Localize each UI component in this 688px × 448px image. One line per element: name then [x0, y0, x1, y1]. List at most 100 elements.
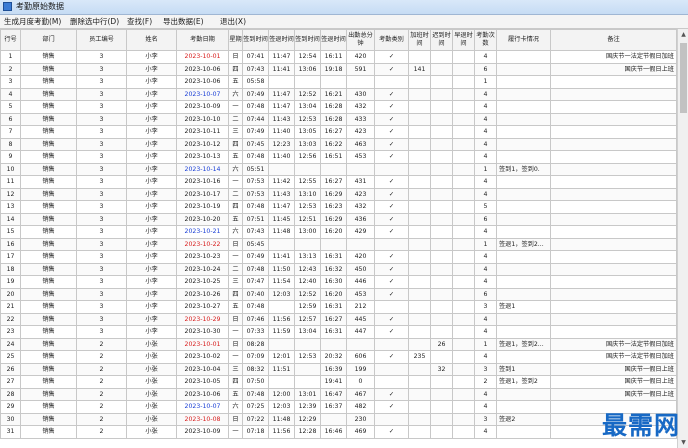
column-header[interactable]: 考勤次数 [474, 29, 497, 51]
table-row[interactable]: 12 销售 3 小李 2023-10-17 二 07:53 11:43 13:10 16:29 42… [0, 187, 677, 201]
table-row[interactable]: 16 销售 3 小李 2023-10-22 日 05:45 1 签退1，签到2... [0, 237, 677, 251]
table-cell: 五 [228, 387, 243, 401]
table-cell: 16:20 [320, 287, 347, 301]
table-cell: 销售 [20, 237, 77, 251]
table-row[interactable]: 19 销售 3 小李 2023-10-25 三 07:47 11:54 12:40 16:30 44… [0, 275, 677, 289]
table-cell [430, 312, 453, 326]
table-row[interactable]: 21 销售 3 小李 2023-10-27 五 07:48 12:59 16:31 212 3 签退1 [0, 300, 677, 314]
table-cell: 4 [474, 187, 497, 201]
table-row[interactable]: 29 销售 2 小张 2023-10-07 六 07:25 12:03 12:39 16:37 48… [0, 400, 677, 414]
table-cell [452, 362, 475, 376]
table-row[interactable]: 7 销售 3 小李 2023-10-11 三 07:49 11:40 13:05 16:27 423… [0, 125, 677, 139]
table-row[interactable]: 14 销售 3 小李 2023-10-20 五 07:51 11:45 12:51 16:29 43… [0, 212, 677, 226]
table-row[interactable]: 8 销售 3 小李 2023-10-12 四 07:45 12:23 13:03 16:22 463… [0, 137, 677, 151]
table-cell: 5 [0, 100, 21, 114]
table-cell [430, 350, 453, 364]
table-cell: 21 [0, 300, 21, 314]
column-header[interactable]: 迟到时间 [430, 29, 453, 51]
table-cell [430, 250, 453, 264]
column-header[interactable]: 签退时间 [268, 29, 295, 51]
column-header[interactable]: 姓名 [126, 29, 177, 51]
table-cell [268, 162, 295, 176]
column-header[interactable]: 加班时间 [408, 29, 431, 51]
column-header[interactable]: 考勤日期 [176, 29, 229, 51]
column-header[interactable]: 出勤总分钟 [346, 29, 375, 51]
table-cell: 签到1 [496, 362, 551, 376]
table-row[interactable]: 20 销售 3 小李 2023-10-26 四 07:40 12:03 12:52 16:20 45… [0, 287, 677, 301]
column-header[interactable]: 早退时间 [452, 29, 475, 51]
column-header[interactable]: 考勤类别 [374, 29, 409, 51]
table-cell: 2023-10-01 [176, 337, 229, 351]
menu-export[interactable]: 导出数据(E) [163, 15, 204, 28]
column-header[interactable]: 员工编号 [76, 29, 127, 51]
table-cell [430, 137, 453, 151]
table-row[interactable]: 9 销售 3 小李 2023-10-13 五 07:48 11:40 12:56 16:51 453… [0, 150, 677, 164]
table-row[interactable]: 2 销售 3 小李 2023-10-06 四 07:43 11:41 13:06 19:18 591… [0, 62, 677, 76]
table-cell [452, 250, 475, 264]
attendance-grid[interactable]: 行号 部门 员工编号 姓名 考勤日期 星期 签到时间 签退时间 签到时间 签退时间 出勤总分钟 考勤类… [0, 29, 688, 448]
table-row[interactable]: 31 销售 2 小张 2023-10-09 一 07:18 11:56 12:28 16:46 46… [0, 425, 677, 439]
table-cell [346, 237, 375, 251]
menu-delete-row[interactable]: 删除选中行(D) [70, 15, 119, 28]
scroll-up-icon[interactable]: ▲ [679, 30, 688, 39]
table-row[interactable]: 28 销售 2 小张 2023-10-06 五 07:48 12:00 13:01 16:47 46… [0, 387, 677, 401]
table-row[interactable]: 11 销售 3 小李 2023-10-16 一 07:53 11:42 12:55 16:27 43… [0, 175, 677, 189]
column-header[interactable]: 签到时间 [242, 29, 269, 51]
table-cell: 销售 [20, 300, 77, 314]
table-cell: 11:43 [268, 112, 295, 126]
table-cell: 19:18 [320, 62, 347, 76]
table-cell: 销售 [20, 312, 77, 326]
table-cell [430, 187, 453, 201]
table-cell [374, 375, 409, 389]
table-row[interactable]: 18 销售 3 小李 2023-10-24 二 07:48 11:50 12:43 16:32 45… [0, 262, 677, 276]
table-row[interactable]: 6 销售 3 小李 2023-10-10 二 07:44 11:43 12:53 16:28 433… [0, 112, 677, 126]
vertical-scrollbar[interactable]: ▲ ▼ [677, 29, 688, 448]
table-row[interactable]: 1 销售 3 小李 2023-10-01 日 07:41 11:47 12:54 16:11 420… [0, 50, 677, 64]
table-cell: ✓ [374, 50, 409, 64]
table-cell: 431 [346, 175, 375, 189]
column-header[interactable]: 部门 [20, 29, 77, 51]
table-cell: 6 [0, 112, 21, 126]
table-row[interactable]: 27 销售 2 小张 2023-10-05 四 07:50 19:41 0 2 签退1，签到2 国庆节… [0, 375, 677, 389]
menu-generate-monthly[interactable]: 生成月度考勤(M) [4, 15, 61, 28]
table-row[interactable]: 25 销售 2 小张 2023-10-02 一 07:09 12:01 12:53 20:32 60… [0, 350, 677, 364]
table-cell [430, 175, 453, 189]
table-row[interactable]: 15 销售 3 小李 2023-10-21 六 07:43 11:48 13:00 16:20 42… [0, 225, 677, 239]
table-cell: 3 [76, 100, 127, 114]
table-cell: 3 [76, 250, 127, 264]
table-cell: 5 [474, 200, 497, 214]
table-cell: 07:45 [242, 137, 269, 151]
menu-find[interactable]: 查找(F) [127, 15, 152, 28]
column-header[interactable]: 星期 [228, 29, 243, 51]
table-cell: ✓ [374, 287, 409, 301]
column-header[interactable]: 履行卡情况 [496, 29, 551, 51]
table-cell: 2023-10-17 [176, 187, 229, 201]
scrollbar-thumb[interactable] [680, 43, 687, 113]
table-row[interactable]: 13 销售 3 小李 2023-10-19 四 07:48 11:47 12:53 16:23 43… [0, 200, 677, 214]
table-row[interactable]: 10 销售 3 小李 2023-10-14 六 05:51 1 签到1，签到0. [0, 162, 677, 176]
table-cell [408, 287, 431, 301]
table-cell [452, 300, 475, 314]
table-row[interactable]: 23 销售 3 小李 2023-10-30 一 07:33 11:59 13:04 16:31 44… [0, 325, 677, 339]
table-row[interactable]: 3 销售 3 小李 2023-10-06 五 05:58 1 [0, 75, 677, 89]
table-cell: 07:53 [242, 175, 269, 189]
table-cell: 11:43 [268, 187, 295, 201]
table-cell: 4 [474, 325, 497, 339]
column-header[interactable]: 签到时间 [294, 29, 321, 51]
table-row[interactable]: 30 销售 2 小张 2023-10-08 日 07:22 11:48 12:29 230 3 签退2 [0, 412, 677, 426]
column-header[interactable]: 签退时间 [320, 29, 347, 51]
table-cell [452, 237, 475, 251]
column-header[interactable]: 行号 [0, 29, 21, 51]
table-row[interactable]: 17 销售 3 小李 2023-10-23 一 07:49 11:41 13:13 16:31 42… [0, 250, 677, 264]
table-row[interactable]: 22 销售 3 小李 2023-10-29 日 07:46 11:56 12:57 16:27 44… [0, 312, 677, 326]
table-row[interactable]: 26 销售 2 小张 2023-10-04 三 08:32 11:51 16:39 199 32 3 签… [0, 362, 677, 376]
table-cell: 3 [474, 362, 497, 376]
scroll-down-icon[interactable]: ▼ [679, 438, 688, 447]
table-cell: 3 [76, 287, 127, 301]
table-row[interactable]: 5 销售 3 小李 2023-10-09 一 07:48 11:47 13:04 16:28 432… [0, 100, 677, 114]
column-header[interactable]: 备注 [550, 29, 677, 51]
table-row[interactable]: 4 销售 3 小李 2023-10-07 六 07:49 11:47 12:52 16:21 430… [0, 87, 677, 101]
table-row[interactable]: 24 销售 2 小张 2023-10-01 日 08:28 26 1 签退1，签到2... 国庆节一… [0, 337, 677, 351]
table-cell: 一 [228, 325, 243, 339]
menu-exit[interactable]: 退出(X) [220, 15, 246, 28]
